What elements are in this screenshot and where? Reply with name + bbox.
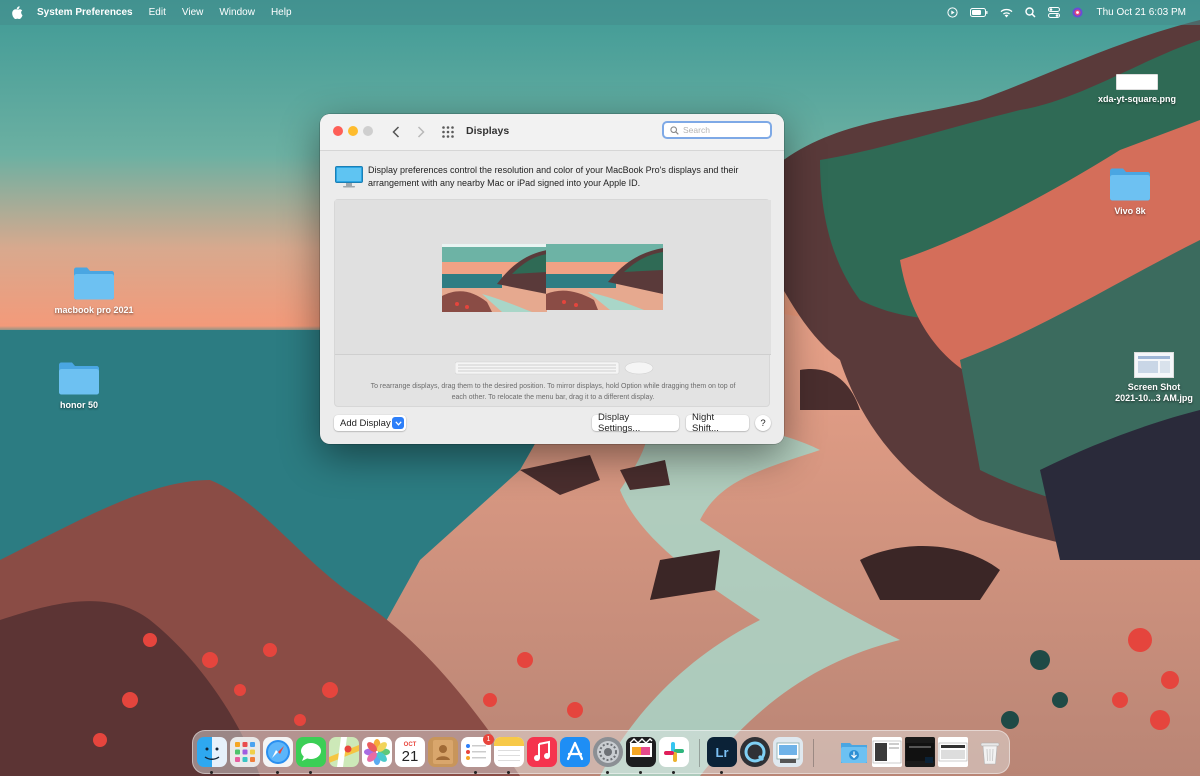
keyboard-mouse-icon: [454, 360, 655, 381]
lightroom-icon[interactable]: Lr: [707, 737, 737, 767]
menu-view[interactable]: View: [174, 0, 212, 25]
window-titlebar[interactable]: Displays: [320, 114, 784, 151]
menu-edit[interactable]: Edit: [141, 0, 174, 25]
preview-icon[interactable]: [773, 737, 803, 767]
control-center-icon[interactable]: [1047, 7, 1060, 18]
search-icon: [670, 125, 679, 135]
forward-button[interactable]: [413, 123, 429, 141]
display-arrangement-area: To rearrange displays, drag them to the …: [334, 199, 771, 407]
quicktime-icon[interactable]: [740, 737, 770, 767]
document-thumbnail-icon[interactable]: [938, 737, 968, 767]
document-thumbnail-icon[interactable]: [872, 737, 902, 767]
menu-help[interactable]: Help: [263, 0, 300, 25]
reminders-icon[interactable]: 1: [461, 734, 494, 767]
app-store-icon[interactable]: [560, 737, 590, 767]
music-icon[interactable]: [527, 737, 557, 767]
minimize-button[interactable]: [348, 126, 358, 136]
running-indicator: [474, 771, 477, 774]
wifi-icon[interactable]: [1000, 8, 1013, 18]
trash-icon[interactable]: [975, 737, 1005, 767]
chevron-left-icon: [392, 126, 400, 138]
desktop-item-screen-shot[interactable]: Screen Shot 2021-10...3 AM.jpg: [1104, 352, 1200, 404]
desktop-item-label: Vivo 8k: [1114, 206, 1146, 216]
desktop-item-label-line1: Screen Shot: [1127, 382, 1181, 392]
photos-icon[interactable]: [362, 737, 392, 767]
notes-icon[interactable]: [494, 737, 524, 767]
desktop-item-macbook-pro-2021[interactable]: macbook pro 2021: [44, 265, 144, 316]
desktop-item-label: xda-yt-square.png: [1097, 94, 1176, 104]
close-button[interactable]: [333, 126, 343, 136]
maps-icon[interactable]: [329, 737, 359, 767]
running-indicator: [606, 771, 609, 774]
final-cut-icon[interactable]: [626, 737, 656, 767]
chevron-right-icon: [417, 126, 425, 138]
search-field[interactable]: [662, 121, 772, 139]
back-button[interactable]: [388, 123, 404, 141]
calendar-icon[interactable]: OCT 21: [395, 737, 425, 767]
zoom-button[interactable]: [363, 126, 373, 136]
desktop-item-xda-yt-square[interactable]: xda-yt-square.png: [1087, 74, 1187, 105]
folder-icon: [57, 360, 101, 396]
running-indicator: [672, 771, 675, 774]
display-2-thumbnail[interactable]: [546, 244, 663, 310]
dock-separator: [813, 739, 814, 767]
desktop-item-honor-50[interactable]: honor 50: [29, 360, 129, 411]
calendar-day: 21: [401, 747, 419, 765]
add-display-label: Add Display: [340, 417, 391, 429]
add-display-popup[interactable]: Add Display: [334, 415, 406, 431]
image-file-icon: [1134, 352, 1174, 378]
messages-icon[interactable]: [296, 737, 326, 767]
menu-app-name[interactable]: System Preferences: [34, 0, 141, 25]
running-indicator: [309, 771, 312, 774]
show-all-grid-icon[interactable]: [441, 125, 455, 139]
search-icon[interactable]: [1024, 7, 1036, 18]
folder-icon: [72, 265, 116, 301]
running-indicator: [276, 771, 279, 774]
arrangement-canvas: [335, 200, 771, 355]
running-indicator: [720, 771, 723, 774]
desktop-item-label: macbook pro 2021: [54, 305, 134, 315]
image-file-icon: [1116, 74, 1158, 90]
running-indicator: [507, 771, 510, 774]
night-shift-button[interactable]: Night Shift...: [686, 412, 749, 434]
desktop-item-label: honor 50: [59, 400, 98, 410]
contacts-icon[interactable]: [428, 737, 458, 767]
menu-window[interactable]: Window: [211, 0, 263, 25]
intro-description: Display preferences control the resoluti…: [368, 165, 739, 188]
menu-bar: System Preferences Edit View Window Help…: [0, 0, 1200, 25]
play-icon[interactable]: [946, 7, 958, 18]
safari-icon[interactable]: [263, 737, 293, 767]
arrangement-hint: To rearrange displays, drag them to the …: [370, 383, 736, 401]
search-input[interactable]: [683, 125, 763, 135]
document-thumbnail-icon[interactable]: [905, 737, 935, 767]
launchpad-icon[interactable]: [230, 737, 260, 767]
desktop-item-vivo-8k[interactable]: Vivo 8k: [1080, 166, 1180, 217]
display-monitor-icon: [335, 166, 363, 188]
dock-separator: [699, 739, 700, 767]
finder-icon[interactable]: [197, 737, 227, 767]
display-1-thumbnail[interactable]: [442, 244, 547, 312]
siri-icon[interactable]: [1072, 7, 1083, 18]
menu-clock[interactable]: Thu Oct 21 6:03 PM: [1097, 7, 1187, 18]
slack-icon[interactable]: [659, 737, 689, 767]
help-button[interactable]: ?: [755, 415, 771, 431]
downloads-folder-icon[interactable]: [839, 737, 869, 767]
window-title: Displays: [466, 125, 510, 137]
chevron-down-icon: [392, 417, 404, 429]
display-settings-button[interactable]: Display Settings...: [592, 412, 679, 434]
running-indicator: [210, 771, 213, 774]
dock: OCT 21 1 Lr: [192, 730, 1010, 774]
apple-logo-icon[interactable]: [12, 6, 26, 19]
folder-icon: [1108, 166, 1152, 202]
desktop-item-label-line2: 2021-10...3 AM.jpg: [1115, 393, 1193, 403]
reminders-badge: 1: [483, 734, 494, 745]
running-indicator: [639, 771, 642, 774]
battery-icon[interactable]: [969, 8, 988, 17]
displays-window: Displays Display preferences control the…: [320, 114, 784, 444]
system-preferences-icon[interactable]: [593, 737, 623, 767]
